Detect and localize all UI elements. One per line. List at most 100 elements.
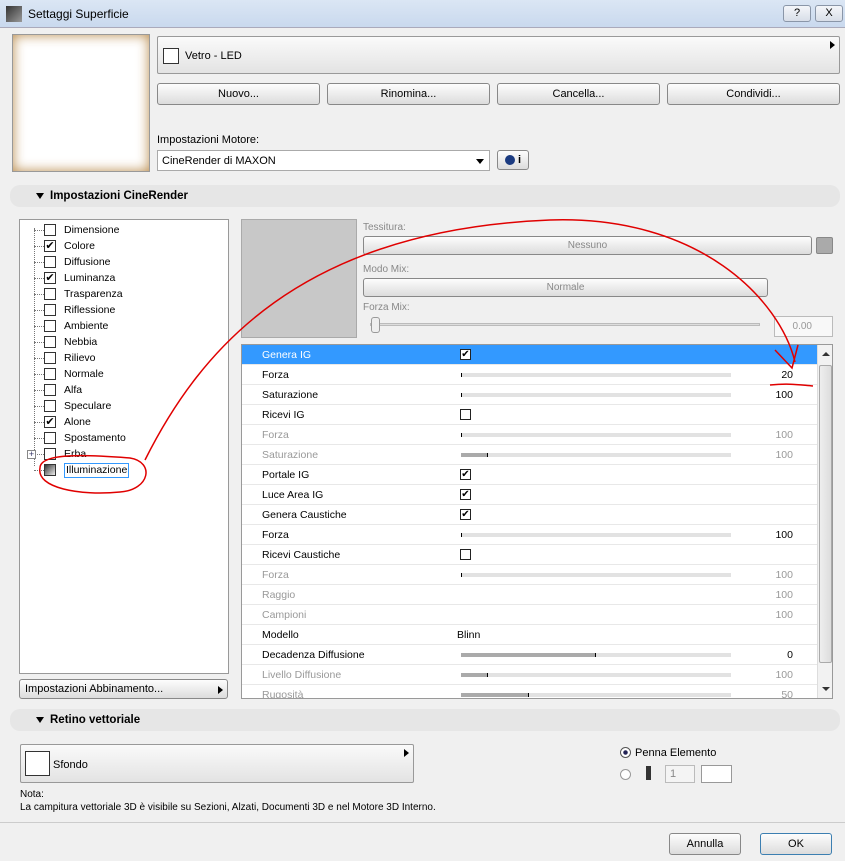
- checkbox[interactable]: ✔: [44, 416, 56, 428]
- property-slider[interactable]: [461, 373, 731, 377]
- property-value[interactable]: 100: [775, 665, 793, 685]
- mix-mode-label: Modo Mix:: [363, 264, 410, 275]
- rename-button[interactable]: Rinomina...: [327, 83, 490, 105]
- property-slider[interactable]: [461, 433, 731, 437]
- property-value[interactable]: 100: [775, 425, 793, 445]
- property-slider[interactable]: [461, 453, 731, 457]
- scroll-down-icon[interactable]: [822, 687, 830, 691]
- share-button[interactable]: Condividi...: [667, 83, 840, 105]
- pen-custom-radio[interactable]: [620, 769, 631, 780]
- property-value[interactable]: 100: [775, 585, 793, 605]
- property-row[interactable]: Genera IG ✔: [242, 345, 817, 365]
- mix-mode-select[interactable]: Normale: [363, 278, 768, 297]
- checkbox[interactable]: [44, 368, 56, 380]
- checkbox[interactable]: [44, 432, 56, 444]
- match-settings-button[interactable]: Impostazioni Abbinamento...: [19, 679, 228, 699]
- property-row[interactable]: Rugosità 50: [242, 685, 817, 698]
- slider-thumb[interactable]: [371, 317, 380, 333]
- slider-fill: [461, 373, 463, 377]
- app-icon: [6, 6, 22, 22]
- property-slider[interactable]: [461, 393, 731, 397]
- slider-fill: [461, 393, 463, 397]
- property-value[interactable]: 50: [781, 685, 793, 698]
- pen-element-radio[interactable]: [620, 747, 631, 758]
- property-row[interactable]: Modello Blinn: [242, 625, 817, 645]
- vector-section-header[interactable]: Retino vettoriale: [10, 709, 840, 731]
- property-row[interactable]: Ricevi Caustiche: [242, 545, 817, 565]
- property-row[interactable]: Campioni 100: [242, 605, 817, 625]
- checkbox[interactable]: [44, 384, 56, 396]
- property-row[interactable]: Luce Area IG ✔: [242, 485, 817, 505]
- new-button[interactable]: Nuovo...: [157, 83, 320, 105]
- material-name: Vetro - LED: [185, 50, 242, 62]
- property-slider[interactable]: [461, 673, 731, 677]
- engine-select[interactable]: CineRender di MAXON: [157, 150, 490, 171]
- channel-label: Speculare: [64, 400, 112, 412]
- property-value[interactable]: Blinn: [457, 625, 480, 645]
- vertical-scrollbar[interactable]: [817, 345, 832, 698]
- close-button[interactable]: X: [815, 5, 843, 22]
- property-checkbox[interactable]: ✔: [460, 489, 471, 500]
- property-checkbox[interactable]: ✔: [460, 469, 471, 480]
- texture-browse-icon[interactable]: [816, 237, 833, 254]
- property-slider[interactable]: [461, 533, 731, 537]
- property-checkbox[interactable]: ✔: [460, 509, 471, 520]
- property-row[interactable]: Livello Diffusione 100: [242, 665, 817, 685]
- illumination-icon[interactable]: [44, 464, 56, 476]
- property-slider[interactable]: [461, 693, 731, 697]
- cancel-button[interactable]: Annulla: [669, 833, 741, 855]
- property-slider[interactable]: [461, 573, 731, 577]
- pen-swatch-button[interactable]: [701, 765, 732, 783]
- delete-button[interactable]: Cancella...: [497, 83, 660, 105]
- property-row[interactable]: Saturazione 100: [242, 445, 817, 465]
- expand-plus-icon[interactable]: +: [27, 450, 36, 459]
- checkbox[interactable]: [44, 352, 56, 364]
- property-row[interactable]: Forza 100: [242, 425, 817, 445]
- property-value[interactable]: 100: [775, 445, 793, 465]
- scroll-up-icon[interactable]: [822, 352, 830, 356]
- checkbox[interactable]: ✔: [44, 272, 56, 284]
- footer-divider: [0, 822, 845, 823]
- property-row[interactable]: Genera Caustiche ✔: [242, 505, 817, 525]
- property-value[interactable]: 100: [775, 605, 793, 625]
- checkbox[interactable]: [44, 304, 56, 316]
- property-row[interactable]: Ricevi IG: [242, 405, 817, 425]
- texture-button[interactable]: Nessuno: [363, 236, 812, 255]
- property-row[interactable]: Forza 20: [242, 365, 817, 385]
- mix-strength-input[interactable]: 0.00: [774, 316, 833, 337]
- mix-strength-label: Forza Mix:: [363, 302, 410, 313]
- property-value[interactable]: 100: [775, 565, 793, 585]
- checkbox[interactable]: [44, 400, 56, 412]
- dimension-icon[interactable]: [44, 224, 56, 236]
- fill-selector[interactable]: Sfondo: [20, 744, 414, 783]
- property-slider[interactable]: [461, 653, 731, 657]
- property-value[interactable]: 100: [775, 525, 793, 545]
- property-row[interactable]: Portale IG ✔: [242, 465, 817, 485]
- channel-label: Riflessione: [64, 304, 116, 316]
- checkbox[interactable]: [44, 256, 56, 268]
- property-row[interactable]: Saturazione 100: [242, 385, 817, 405]
- mix-strength-slider[interactable]: [370, 317, 760, 333]
- material-selector[interactable]: Vetro - LED: [157, 36, 840, 74]
- property-checkbox[interactable]: [460, 549, 471, 560]
- ok-button[interactable]: OK: [760, 833, 832, 855]
- pen-number-input[interactable]: 1: [665, 765, 695, 783]
- help-button[interactable]: ?: [783, 5, 811, 22]
- checkbox[interactable]: [44, 336, 56, 348]
- checkbox[interactable]: [44, 320, 56, 332]
- property-checkbox[interactable]: ✔: [460, 349, 471, 360]
- property-value[interactable]: 100: [775, 385, 793, 405]
- property-row[interactable]: Forza 100: [242, 525, 817, 545]
- engine-info-button[interactable]: i: [497, 150, 529, 170]
- property-value[interactable]: 0: [787, 645, 793, 665]
- property-row[interactable]: Forza 100: [242, 565, 817, 585]
- checkbox[interactable]: ✔: [44, 240, 56, 252]
- checkbox[interactable]: [44, 288, 56, 300]
- property-value[interactable]: 20: [781, 365, 793, 385]
- property-row[interactable]: Raggio 100: [242, 585, 817, 605]
- checkbox[interactable]: [44, 448, 56, 460]
- cinerender-section-header[interactable]: Impostazioni CineRender: [10, 185, 840, 207]
- scroll-thumb[interactable]: [819, 365, 832, 663]
- property-checkbox[interactable]: [460, 409, 471, 420]
- property-row[interactable]: Decadenza Diffusione 0: [242, 645, 817, 665]
